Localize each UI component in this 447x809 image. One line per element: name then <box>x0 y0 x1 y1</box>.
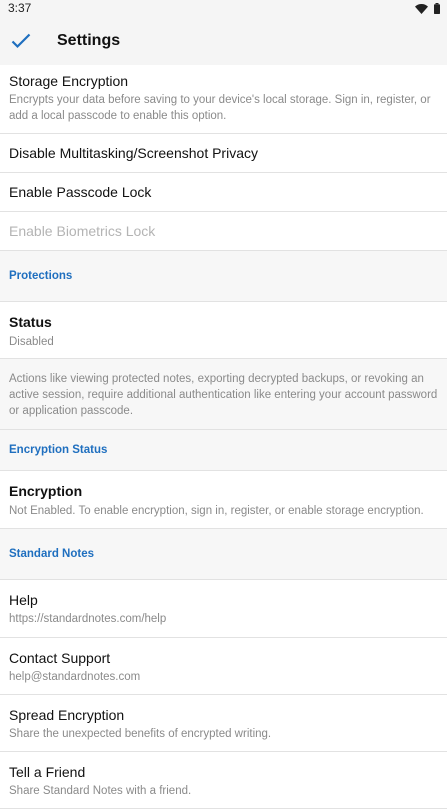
spread-encryption-description: Share the unexpected benefits of encrypt… <box>9 728 272 740</box>
passcode-lock-row[interactable]: Enable Passcode Lock <box>0 173 447 212</box>
encryption-title: Encryption <box>9 483 83 499</box>
spread-encryption-row[interactable]: Spread Encryption Share the unexpected b… <box>0 695 447 752</box>
contact-support-row[interactable]: Contact Support help@standardnotes.com <box>0 638 447 695</box>
encryption-status-value: Not Enabled. To enable encryption, sign … <box>9 505 424 517</box>
done-button[interactable] <box>3 23 39 59</box>
storage-encryption-title: Storage Encryption <box>9 73 129 89</box>
standard-notes-header: Standard Notes <box>0 529 447 580</box>
storage-encryption-description: Encrypts your data before saving to your… <box>9 94 431 122</box>
wifi-icon <box>415 3 428 14</box>
spread-encryption-title: Spread Encryption <box>9 707 125 723</box>
contact-support-email: help@standardnotes.com <box>9 671 141 683</box>
protections-status-value: Disabled <box>9 336 54 348</box>
settings-list: Storage Encryption Encrypts your data be… <box>0 65 447 809</box>
checkmark-icon <box>11 33 31 49</box>
passcode-lock-label: Enable Passcode Lock <box>9 184 152 200</box>
multitasking-privacy-label: Disable Multitasking/Screenshot Privacy <box>9 145 258 161</box>
biometrics-lock-row: Enable Biometrics Lock <box>0 212 447 251</box>
protections-status-title: Status <box>9 314 52 330</box>
contact-support-title: Contact Support <box>9 650 111 666</box>
protections-header: Protections <box>0 251 447 302</box>
help-url: https://standardnotes.com/help <box>9 613 167 625</box>
storage-encryption-row[interactable]: Storage Encryption Encrypts your data be… <box>0 65 447 134</box>
help-title: Help <box>9 592 38 608</box>
protections-note: Actions like viewing protected notes, ex… <box>0 359 447 430</box>
app-bar: Settings <box>0 17 447 65</box>
tell-a-friend-title: Tell a Friend <box>9 764 86 780</box>
biometrics-lock-label: Enable Biometrics Lock <box>9 223 156 239</box>
encryption-status-row: Encryption Not Enabled. To enable encryp… <box>0 471 447 529</box>
page-title: Settings <box>57 32 121 49</box>
protections-status-row: Status Disabled <box>0 302 447 359</box>
status-icons <box>415 3 440 14</box>
help-row[interactable]: Help https://standardnotes.com/help <box>0 580 447 638</box>
status-time: 3:37 <box>8 1 32 15</box>
tell-a-friend-row[interactable]: Tell a Friend Share Standard Notes with … <box>0 752 447 809</box>
battery-icon <box>434 3 440 14</box>
encryption-status-header: Encryption Status <box>0 430 447 471</box>
tell-a-friend-description: Share Standard Notes with a friend. <box>9 785 192 797</box>
status-bar: 3:37 <box>0 0 447 17</box>
multitasking-privacy-row[interactable]: Disable Multitasking/Screenshot Privacy <box>0 134 447 173</box>
